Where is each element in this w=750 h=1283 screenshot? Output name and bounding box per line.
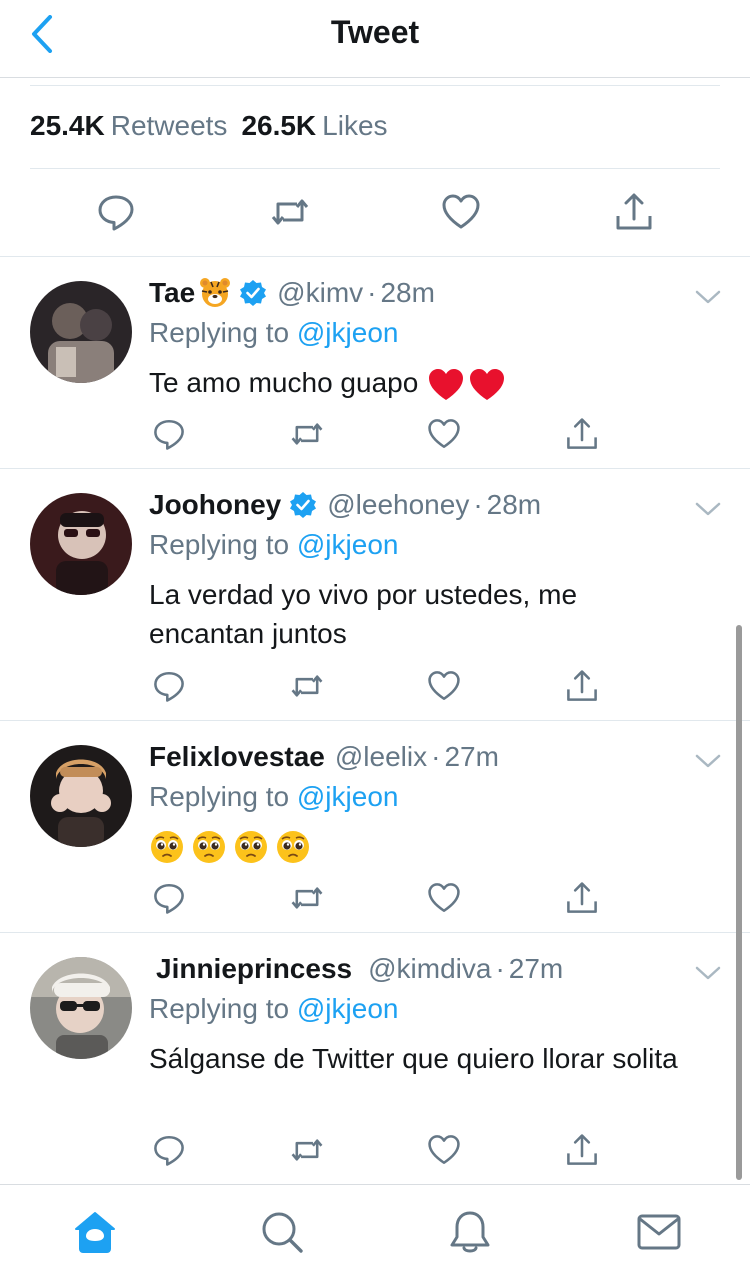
reply-tweet[interactable]: Tae @kimv · 28m Replying to @jkjeon Te amo… <box>0 257 750 469</box>
reply-icon[interactable] <box>96 192 136 232</box>
replying-to-line: Replying to @jkjeon <box>149 781 398 813</box>
timestamp[interactable]: 28m <box>380 277 434 309</box>
heart-icon[interactable] <box>427 1133 461 1167</box>
user-handle[interactable]: @leehoney <box>327 489 469 521</box>
reply-action-bar <box>0 669 750 709</box>
verified-badge-icon <box>290 492 317 518</box>
home-icon[interactable] <box>72 1209 118 1255</box>
user-handle[interactable]: @leelix <box>335 741 427 773</box>
reply-action-bar <box>0 1133 750 1173</box>
replying-to-line: Replying to @jkjeon <box>149 529 398 561</box>
avatar[interactable] <box>30 957 132 1059</box>
chevron-down-icon[interactable] <box>694 751 722 771</box>
tweet-text: Te amo mucho guapo <box>149 363 689 403</box>
timestamp[interactable]: 28m <box>487 489 541 521</box>
replying-to-label: Replying to <box>149 993 290 1024</box>
retweet-icon[interactable] <box>290 881 324 915</box>
bottom-tab-bar <box>0 1184 750 1283</box>
user-handle[interactable]: @kimv <box>277 277 363 309</box>
replying-to-label: Replying to <box>149 781 290 812</box>
avatar[interactable] <box>30 281 132 383</box>
retweet-icon[interactable] <box>290 669 324 703</box>
page-title: Tweet <box>330 14 420 50</box>
pleading-face-emoji <box>151 831 183 863</box>
reply-tweet[interactable]: Felixlovestae @leelix · 27m Replying to @j… <box>0 721 750 933</box>
chevron-down-icon[interactable] <box>694 287 722 307</box>
timestamp[interactable]: 27m <box>509 953 563 985</box>
tweet-action-bar <box>0 180 750 244</box>
display-name[interactable]: Jinnieprincess <box>156 953 352 985</box>
divider <box>30 168 720 169</box>
scrollbar[interactable] <box>736 625 742 1180</box>
reply-header: Joohoney @leehoney · 28m <box>149 489 541 521</box>
divider <box>30 85 720 86</box>
verified-badge-icon <box>240 280 267 306</box>
chevron-down-icon[interactable] <box>694 963 722 983</box>
pleading-face-emoji <box>193 831 225 863</box>
reply-icon[interactable] <box>152 417 186 451</box>
retweet-icon[interactable] <box>290 1133 324 1167</box>
heart-icon[interactable] <box>427 669 461 703</box>
tweet-text: La verdad yo vivo por ustedes, me encant… <box>149 579 578 649</box>
share-icon[interactable] <box>565 881 599 915</box>
tweet-stats: 25.4K Retweets 26.5K Likes <box>30 110 388 142</box>
reply-action-bar <box>0 881 750 921</box>
mention-link[interactable]: @jkjeon <box>297 529 399 560</box>
display-name[interactable]: Felixlovestae <box>149 741 325 773</box>
retweet-icon[interactable] <box>290 417 324 451</box>
tweet-text <box>149 829 689 865</box>
red-heart-emoji <box>429 368 505 400</box>
replying-to-label: Replying to <box>149 317 290 348</box>
notifications-bell-icon[interactable] <box>447 1209 493 1255</box>
pleading-face-emoji <box>277 831 309 863</box>
share-icon[interactable] <box>614 192 654 232</box>
share-icon[interactable] <box>565 417 599 451</box>
display-name[interactable]: Tae <box>149 277 195 309</box>
user-handle[interactable]: @kimdiva <box>368 953 491 985</box>
mention-link[interactable]: @jkjeon <box>297 781 399 812</box>
top-navigation-bar: Tweet <box>0 0 750 78</box>
retweets-label[interactable]: Retweets <box>111 110 228 141</box>
avatar[interactable] <box>30 745 132 847</box>
reply-tweet[interactable]: Jinnieprincess @kimdiva · 27m Replying to … <box>0 933 750 1184</box>
timestamp[interactable]: 27m <box>444 741 498 773</box>
retweets-count[interactable]: 25.4K <box>30 110 105 141</box>
likes-count[interactable]: 26.5K <box>241 110 316 141</box>
separator-dot: · <box>473 489 483 520</box>
reply-icon[interactable] <box>152 669 186 703</box>
reply-header: Tae @kimv · 28m <box>149 277 435 309</box>
reply-icon[interactable] <box>152 1133 186 1167</box>
reply-header: Jinnieprincess @kimdiva · 27m <box>156 953 563 985</box>
reply-action-bar <box>0 417 750 457</box>
replying-to-label: Replying to <box>149 529 290 560</box>
separator-dot: · <box>431 741 441 772</box>
retweet-icon[interactable] <box>270 192 310 232</box>
separator-dot: · <box>495 953 505 984</box>
mention-link[interactable]: @jkjeon <box>297 317 399 348</box>
mention-link[interactable]: @jkjeon <box>297 993 399 1024</box>
search-icon[interactable] <box>259 1209 305 1255</box>
heart-icon[interactable] <box>427 417 461 451</box>
display-name[interactable]: Joohoney <box>149 489 281 521</box>
tweet-text-content: Te amo mucho guapo <box>149 367 419 398</box>
heart-icon[interactable] <box>441 192 481 232</box>
share-icon[interactable] <box>565 1133 599 1167</box>
messages-envelope-icon[interactable] <box>636 1209 682 1255</box>
share-icon[interactable] <box>565 669 599 703</box>
avatar[interactable] <box>30 493 132 595</box>
replying-to-line: Replying to @jkjeon <box>149 317 398 349</box>
tweet-text: Sálganse de Twitter que quiero llorar so… <box>149 1043 678 1074</box>
reply-icon[interactable] <box>152 881 186 915</box>
chevron-down-icon[interactable] <box>694 499 722 519</box>
replying-to-line: Replying to @jkjeon <box>149 993 398 1025</box>
heart-icon[interactable] <box>427 881 461 915</box>
separator-dot: · <box>367 277 377 308</box>
tiger-face-emoji <box>200 278 231 307</box>
reply-header: Felixlovestae @leelix · 27m <box>149 741 499 773</box>
reply-tweet[interactable]: Joohoney @leehoney · 28m Replying to @jkje… <box>0 469 750 721</box>
pleading-face-emoji <box>235 831 267 863</box>
likes-label[interactable]: Likes <box>322 110 387 141</box>
